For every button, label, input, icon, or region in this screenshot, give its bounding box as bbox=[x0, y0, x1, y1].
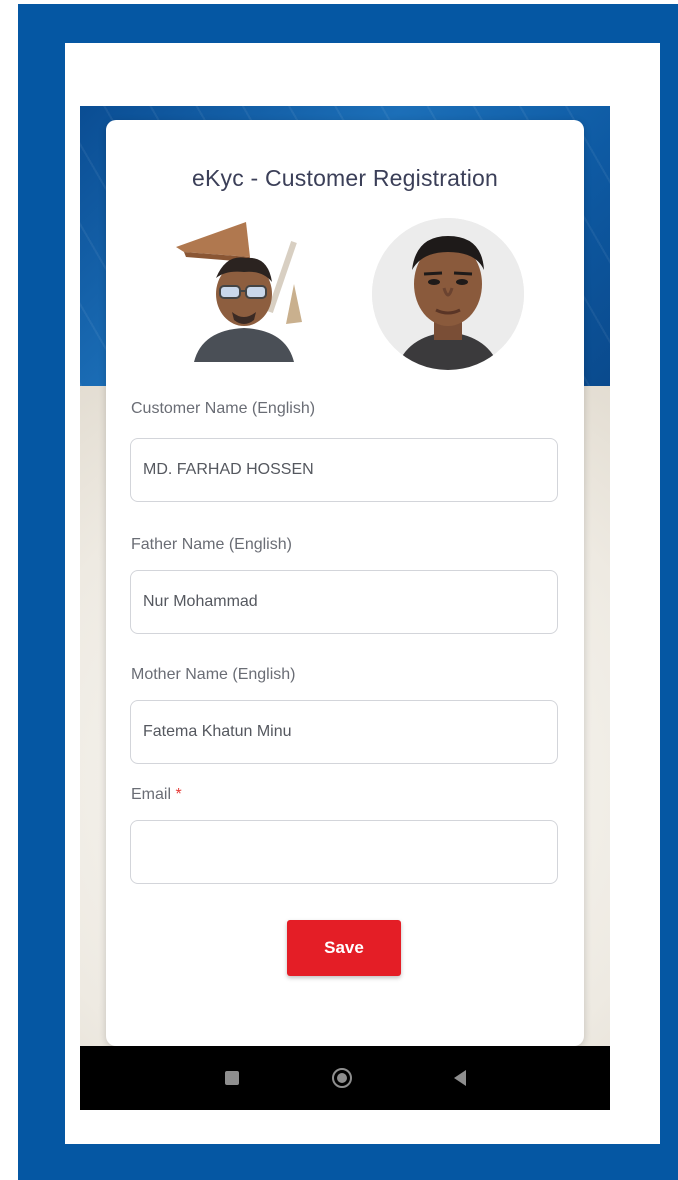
customer-name-input[interactable] bbox=[130, 438, 558, 502]
home-circle-icon[interactable] bbox=[330, 1066, 354, 1090]
required-marker: * bbox=[175, 786, 182, 803]
android-nav-bar bbox=[80, 1046, 610, 1110]
nid-photo-image bbox=[176, 222, 302, 362]
square-icon[interactable] bbox=[220, 1066, 244, 1090]
back-triangle-icon[interactable] bbox=[448, 1066, 472, 1090]
nid-photo bbox=[174, 212, 324, 362]
mother-name-input[interactable] bbox=[130, 700, 558, 764]
save-button[interactable]: Save bbox=[287, 920, 401, 976]
selfie-photo bbox=[372, 218, 524, 370]
page-title: eKyc - Customer Registration bbox=[192, 165, 498, 191]
phone-screen: eKyc - Customer Registration Customer Na… bbox=[80, 106, 610, 1110]
mother-name-label: Mother Name (English) bbox=[131, 666, 296, 683]
email-label-text: Email bbox=[131, 786, 172, 803]
father-name-label: Father Name (English) bbox=[131, 536, 292, 553]
email-input[interactable] bbox=[130, 820, 558, 884]
email-label: Email * bbox=[131, 786, 182, 804]
selfie-photo-image bbox=[372, 218, 524, 370]
father-name-input[interactable] bbox=[130, 570, 558, 634]
registration-card: eKyc - Customer Registration Customer Na… bbox=[106, 120, 584, 1046]
customer-name-label: Customer Name (English) bbox=[131, 400, 316, 417]
